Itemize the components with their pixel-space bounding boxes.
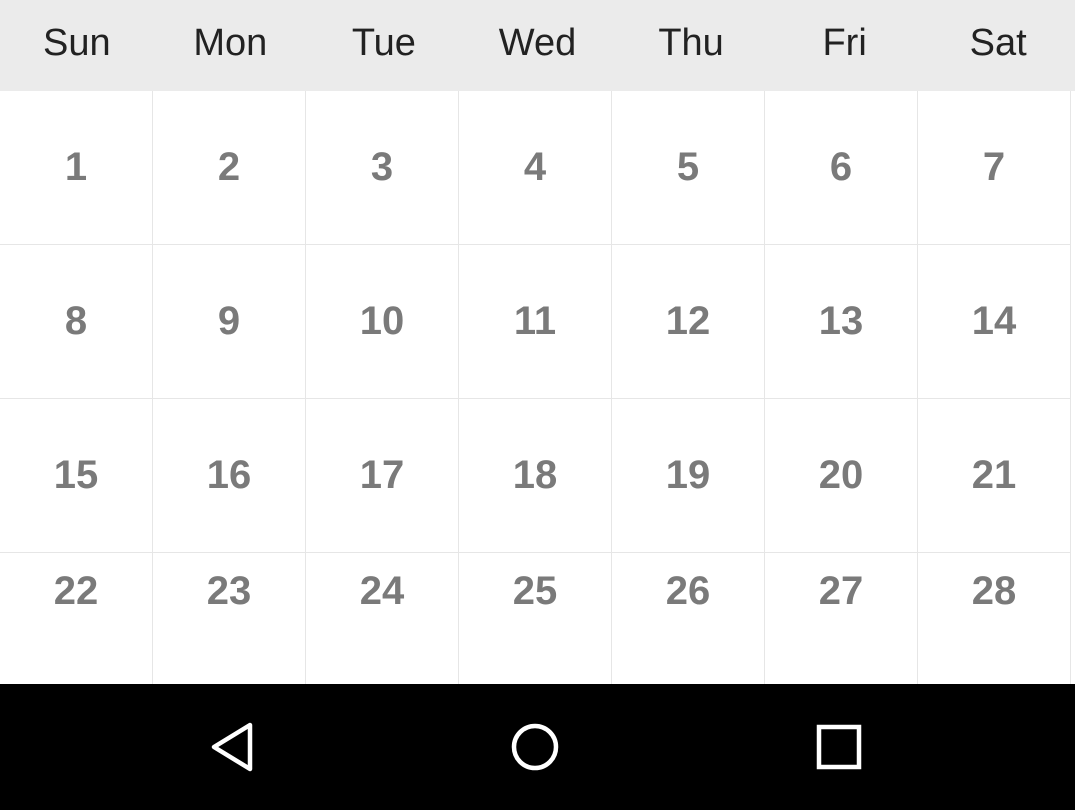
- weekday-mon: Mon: [193, 22, 268, 64]
- day-cell[interactable]: 27: [765, 553, 918, 684]
- home-button[interactable]: [475, 684, 595, 810]
- day-number: 9: [217, 299, 241, 343]
- day-number: 13: [818, 299, 864, 343]
- recents-icon: [816, 724, 862, 770]
- day-cell[interactable]: 16: [153, 399, 306, 553]
- day-cell[interactable]: 21: [918, 399, 1071, 553]
- day-number: 7: [982, 145, 1006, 189]
- day-number: 6: [829, 145, 853, 189]
- day-number: 16: [206, 453, 252, 497]
- android-nav-bar: [0, 684, 1075, 810]
- day-number: 12: [665, 299, 711, 343]
- day-cell[interactable]: 3: [306, 91, 459, 245]
- day-number: 10: [359, 299, 405, 343]
- day-cell[interactable]: 23: [153, 553, 306, 684]
- weekday-tue: Tue: [351, 22, 416, 64]
- weekday-header: Sun Mon Tue Wed Thu Fri Sat: [0, 0, 1075, 91]
- day-number: 3: [370, 145, 394, 189]
- day-cell[interactable]: 15: [0, 399, 153, 553]
- day-cell[interactable]: 4: [459, 91, 612, 245]
- day-number: 4: [523, 145, 547, 189]
- day-number: 5: [676, 145, 700, 189]
- day-number: 11: [513, 299, 557, 343]
- day-cell[interactable]: 11: [459, 245, 612, 399]
- day-cell[interactable]: 5: [612, 91, 765, 245]
- weekday-fri: Fri: [822, 22, 867, 64]
- day-cell[interactable]: 1: [0, 91, 153, 245]
- day-number: 25: [512, 569, 558, 613]
- back-button[interactable]: [172, 684, 292, 810]
- day-cell[interactable]: 7: [918, 91, 1071, 245]
- day-cell[interactable]: 9: [153, 245, 306, 399]
- day-number: 8: [64, 299, 88, 343]
- day-cell[interactable]: 24: [306, 553, 459, 684]
- day-number: 26: [665, 569, 711, 613]
- day-cell[interactable]: 14: [918, 245, 1071, 399]
- day-cell[interactable]: 25: [459, 553, 612, 684]
- day-number: 17: [359, 453, 405, 497]
- day-number: 21: [971, 453, 1017, 497]
- day-number: 1: [64, 145, 88, 189]
- day-number: 19: [665, 453, 711, 497]
- recents-button[interactable]: [779, 684, 899, 810]
- day-number: 23: [206, 569, 252, 613]
- day-cell[interactable]: 26: [612, 553, 765, 684]
- back-icon: [211, 722, 253, 772]
- day-cell[interactable]: 18: [459, 399, 612, 553]
- day-number: 14: [971, 299, 1017, 343]
- weekday-wed: Wed: [498, 22, 577, 64]
- day-cell[interactable]: 8: [0, 245, 153, 399]
- calendar-day-grid: 1 2 3 4 5 6 7 8 9 10 11 12 13 14 15 16 1…: [0, 91, 1071, 684]
- weekday-thu: Thu: [658, 22, 724, 64]
- day-number: 22: [53, 569, 99, 613]
- day-cell[interactable]: 6: [765, 91, 918, 245]
- day-cell[interactable]: 17: [306, 399, 459, 553]
- day-cell[interactable]: 20: [765, 399, 918, 553]
- day-cell[interactable]: 12: [612, 245, 765, 399]
- calendar-screen: Sun Mon Tue Wed Thu Fri Sat 1 2 3 4 5 6 …: [0, 0, 1075, 810]
- day-cell[interactable]: 22: [0, 553, 153, 684]
- day-number: 27: [818, 569, 864, 613]
- weekday-sun: Sun: [42, 22, 111, 64]
- day-number: 2: [217, 145, 241, 189]
- day-number: 15: [53, 453, 99, 497]
- day-cell[interactable]: 19: [612, 399, 765, 553]
- day-number: 18: [512, 453, 558, 497]
- home-icon: [511, 723, 559, 771]
- day-number: 24: [359, 569, 405, 613]
- day-number: 20: [818, 453, 864, 497]
- day-cell[interactable]: 28: [918, 553, 1071, 684]
- day-cell[interactable]: 2: [153, 91, 306, 245]
- day-cell[interactable]: 10: [306, 245, 459, 399]
- day-cell[interactable]: 13: [765, 245, 918, 399]
- day-number: 28: [971, 569, 1017, 613]
- weekday-sat: Sat: [969, 22, 1027, 64]
